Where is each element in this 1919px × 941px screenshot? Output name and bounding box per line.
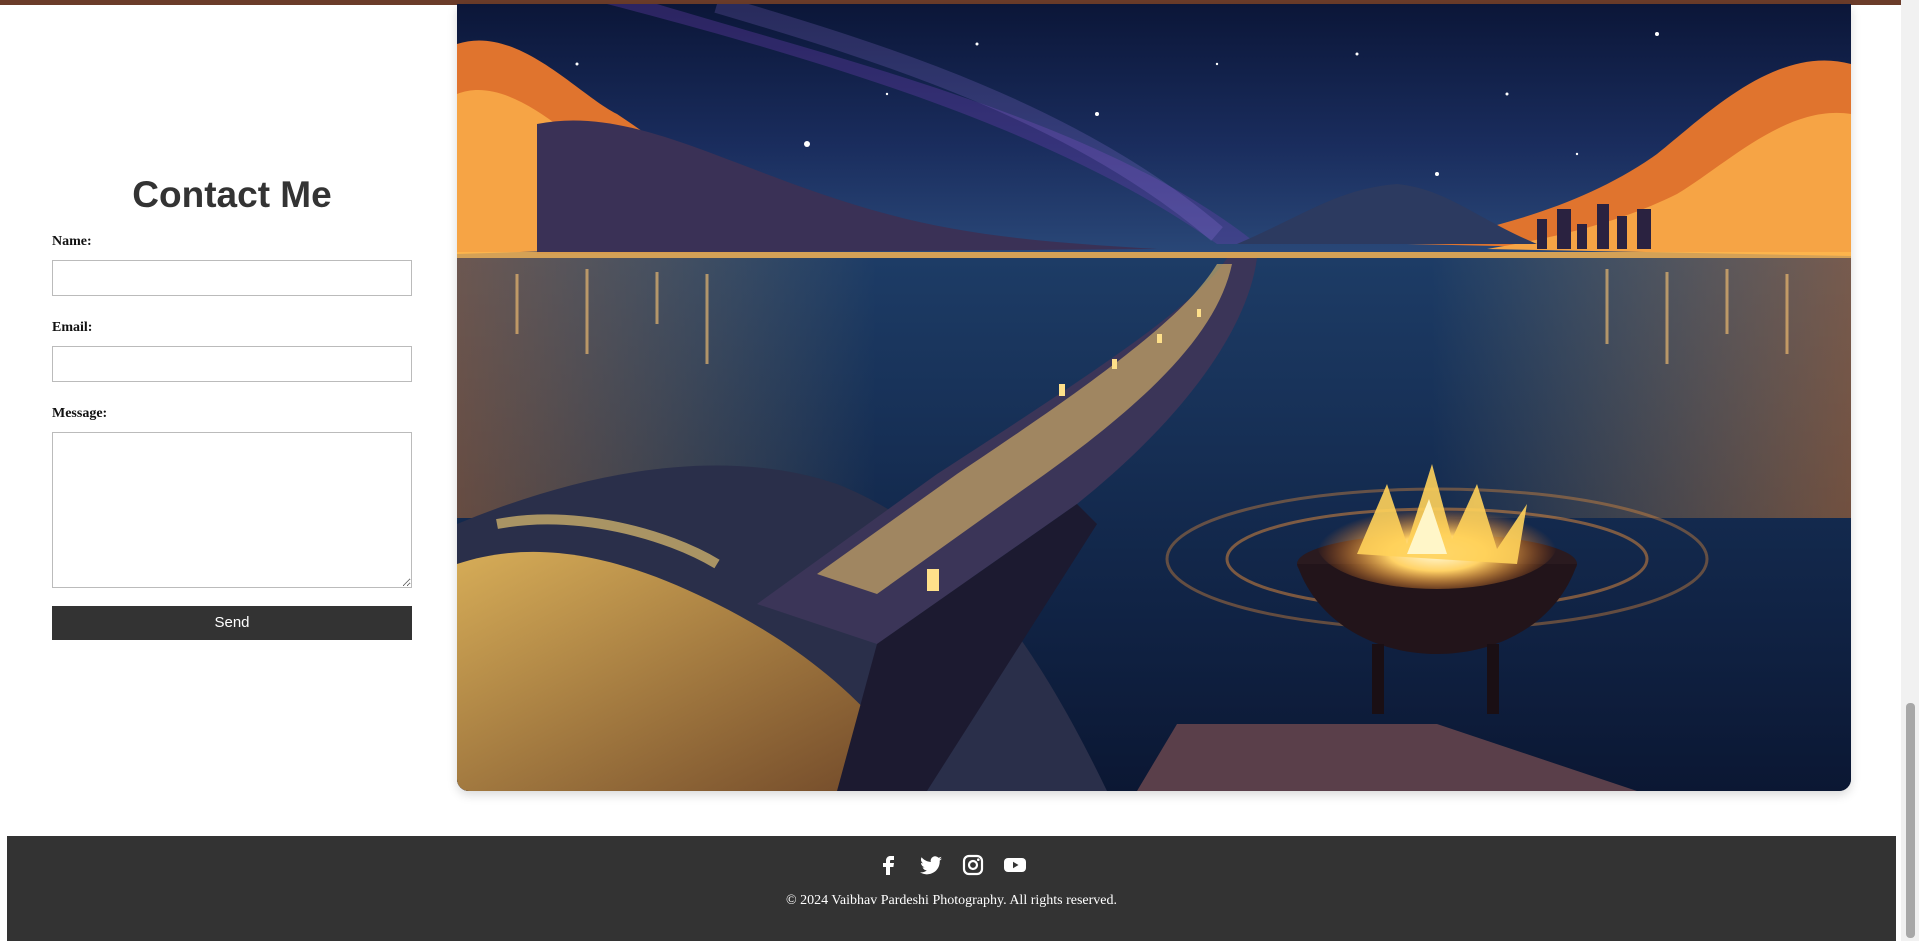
email-label: Email: <box>52 319 93 335</box>
instagram-icon[interactable] <box>961 853 985 877</box>
night-lake-image <box>457 4 1851 791</box>
name-label: Name: <box>52 233 92 249</box>
contact-form: Name: Email: Message: Send <box>52 234 412 640</box>
youtube-icon[interactable] <box>1003 853 1027 877</box>
contact-form-section: Contact Me Name: Email: Message: Send <box>52 174 412 640</box>
social-links <box>7 853 1896 877</box>
facebook-icon[interactable] <box>877 853 901 877</box>
contact-title: Contact Me <box>132 174 332 215</box>
message-label: Message: <box>52 405 108 421</box>
site-footer: © 2024 Vaibhav Pardeshi Photography. All… <box>7 836 1896 941</box>
email-input[interactable] <box>52 345 412 382</box>
message-textarea[interactable] <box>52 431 412 588</box>
page-scrollbar[interactable] <box>1901 0 1919 941</box>
send-button[interactable]: Send <box>52 605 412 640</box>
name-input[interactable] <box>52 259 412 296</box>
copyright-text: © 2024 Vaibhav Pardeshi Photography. All… <box>785 893 1118 908</box>
twitter-icon[interactable] <box>919 853 943 877</box>
scrollbar-thumb[interactable] <box>1906 703 1915 938</box>
